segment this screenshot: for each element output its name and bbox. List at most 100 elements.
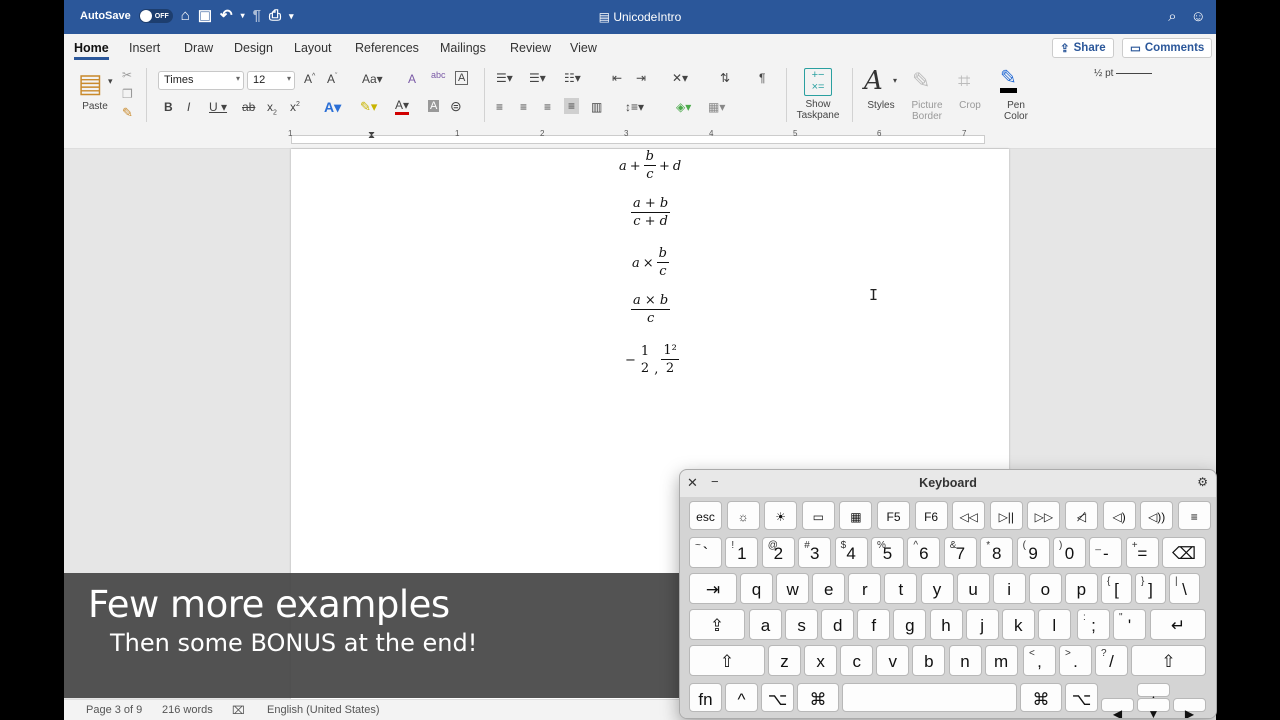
tab-view[interactable]: View xyxy=(570,41,597,55)
function-key[interactable]: ▭ xyxy=(801,501,835,530)
multilevel-list-icon[interactable]: ☷▾ xyxy=(564,71,581,85)
equation-3[interactable]: a × bc xyxy=(632,246,669,280)
tab-draw[interactable]: Draw xyxy=(184,41,213,55)
space-bar[interactable] xyxy=(842,683,1017,712)
gear-icon[interactable]: ⚙ xyxy=(1197,475,1208,489)
key-s[interactable]: s xyxy=(785,609,819,640)
font-name-combo[interactable]: Times ▾ xyxy=(158,71,244,90)
function-key[interactable]: ▦ xyxy=(839,501,873,530)
equation-5[interactable]: − 12 , 1² 2 xyxy=(625,343,679,377)
key-w[interactable]: w xyxy=(776,573,810,604)
format-painter-icon[interactable]: ✎ xyxy=(122,105,133,121)
shading-bucket-icon[interactable]: ◈▾ xyxy=(676,100,691,114)
key-k[interactable]: k xyxy=(1001,609,1035,640)
picture-border-icon[interactable]: ✎ xyxy=(912,68,930,94)
feedback-smiley-icon[interactable]: ☺ xyxy=(1191,8,1206,25)
arrow-right-key[interactable]: ▶ xyxy=(1173,698,1206,718)
key-7[interactable]: & 7 xyxy=(943,537,977,568)
key-e[interactable]: e xyxy=(812,573,846,604)
key-n[interactable]: n xyxy=(948,645,982,676)
share-button[interactable]: ⇪ Share xyxy=(1052,38,1114,58)
clear-formatting-icon[interactable]: A xyxy=(408,72,416,86)
align-center-icon[interactable]: ≡ xyxy=(520,100,527,114)
function-key[interactable]: ◁) xyxy=(1102,501,1136,530)
arrow-down-key[interactable]: ▼ xyxy=(1137,698,1170,718)
proofing-icon[interactable]: ⌧ xyxy=(232,704,245,717)
sort-icon[interactable]: ⇅ xyxy=(720,71,730,85)
show-taskpane-icon[interactable]: +− ×= xyxy=(804,68,832,96)
equation-2[interactable]: a + bc + d xyxy=(631,196,671,230)
function-key[interactable]: ◁◁ xyxy=(952,501,986,530)
key-u[interactable]: u xyxy=(956,573,990,604)
key-bracket[interactable]: }] xyxy=(1135,573,1166,604)
key-1[interactable]: ! 1 xyxy=(725,537,759,568)
caps-lock-key[interactable]: ⇪ xyxy=(689,609,745,640)
key-a[interactable]: a xyxy=(749,609,782,640)
function-key[interactable]: ☀ xyxy=(764,501,798,530)
asian-layout-icon[interactable]: ✕▾ xyxy=(672,71,688,85)
function-key[interactable]: ◁̸ xyxy=(1065,501,1098,530)
tab-key[interactable]: ⇥ xyxy=(689,573,737,604)
language-status[interactable]: English (United States) xyxy=(267,704,380,716)
phonetic-guide-icon[interactable]: abc xyxy=(431,70,446,80)
bullets-icon[interactable]: ☰▾ xyxy=(496,71,513,85)
key--[interactable]: _ - xyxy=(1089,537,1123,568)
key-6[interactable]: ^ 6 xyxy=(907,537,941,568)
key-punctuation[interactable]: ? / xyxy=(1095,645,1128,676)
paste-dropdown-icon[interactable]: ▾ xyxy=(108,76,113,87)
decrease-indent-icon[interactable]: ⇤ xyxy=(612,71,622,85)
key-bracket[interactable]: | \ xyxy=(1169,573,1200,604)
copy-icon[interactable]: ❐ xyxy=(122,87,133,101)
key-v[interactable]: v xyxy=(876,645,910,676)
justify-icon[interactable]: ≡ xyxy=(564,98,580,114)
function-key[interactable]: esc xyxy=(689,501,722,530)
align-left-icon[interactable]: ≡ xyxy=(496,100,503,114)
superscript-icon[interactable]: x2 xyxy=(290,100,300,114)
return-key[interactable]: ↵ xyxy=(1150,609,1206,640)
key-l[interactable]: l xyxy=(1037,609,1071,640)
function-key[interactable]: ☼ xyxy=(726,501,760,530)
paste-icon[interactable]: ▤ xyxy=(78,68,103,99)
function-key[interactable]: ≡ xyxy=(1177,501,1211,530)
key-d[interactable]: d xyxy=(821,609,855,640)
equation-4[interactable]: a × bc xyxy=(631,293,671,327)
tab-home[interactable]: Home xyxy=(74,41,109,60)
function-key[interactable]: ▷|| xyxy=(989,501,1023,530)
borders-icon[interactable]: ▦▾ xyxy=(708,100,725,114)
page-count[interactable]: Page 3 of 9 xyxy=(86,704,142,716)
grow-font-icon[interactable]: A^ xyxy=(304,72,315,86)
shift-key-right[interactable]: ⇧ xyxy=(1131,645,1206,676)
key-i[interactable]: i xyxy=(992,573,1026,604)
tab-design[interactable]: Design xyxy=(234,41,273,55)
pen-color-label[interactable]: Pen Color xyxy=(994,100,1038,122)
font-size-combo[interactable]: 12 ▾ xyxy=(247,71,295,90)
numbering-icon[interactable]: ☰▾ xyxy=(529,71,546,85)
function-key[interactable]: F6 xyxy=(914,501,948,530)
comments-button[interactable]: ▭ Comments xyxy=(1122,38,1213,58)
key-4[interactable]: $4 xyxy=(834,537,868,568)
key-`[interactable]: ~ ` xyxy=(689,537,722,568)
search-icon[interactable]: ⌕ xyxy=(1168,8,1176,25)
shift-key-left[interactable]: ⇧ xyxy=(689,645,765,676)
fn-key[interactable]: fn xyxy=(689,683,722,712)
tab-layout[interactable]: Layout xyxy=(294,41,332,55)
strikethrough-icon[interactable]: ab xyxy=(242,100,255,114)
key-punctuation[interactable]: <, xyxy=(1023,645,1056,676)
key-j[interactable]: j xyxy=(965,609,999,640)
tab-references[interactable]: References xyxy=(355,41,419,55)
arrow-left-key[interactable]: ◀ xyxy=(1101,698,1134,718)
highlight-icon[interactable]: ✎▾ xyxy=(360,99,377,115)
key-t[interactable]: t xyxy=(884,573,918,604)
distributed-icon[interactable]: ▥ xyxy=(591,100,602,114)
crop-icon[interactable]: ⌗ xyxy=(958,68,970,94)
line-spacing-icon[interactable]: ↕≡▾ xyxy=(625,100,644,114)
show-paragraph-marks-icon[interactable]: ¶ xyxy=(759,71,765,85)
command-key-left[interactable]: ⌘ xyxy=(797,683,839,712)
key-bracket[interactable]: {[ xyxy=(1101,573,1132,604)
styles-label[interactable]: Styles xyxy=(860,100,902,111)
pen-color-icon[interactable]: ✎ xyxy=(1000,68,1017,93)
key-y[interactable]: y xyxy=(920,573,954,604)
key-h[interactable]: h xyxy=(929,609,963,640)
key-c[interactable]: c xyxy=(840,645,874,676)
key-3[interactable]: #3 xyxy=(798,537,832,568)
